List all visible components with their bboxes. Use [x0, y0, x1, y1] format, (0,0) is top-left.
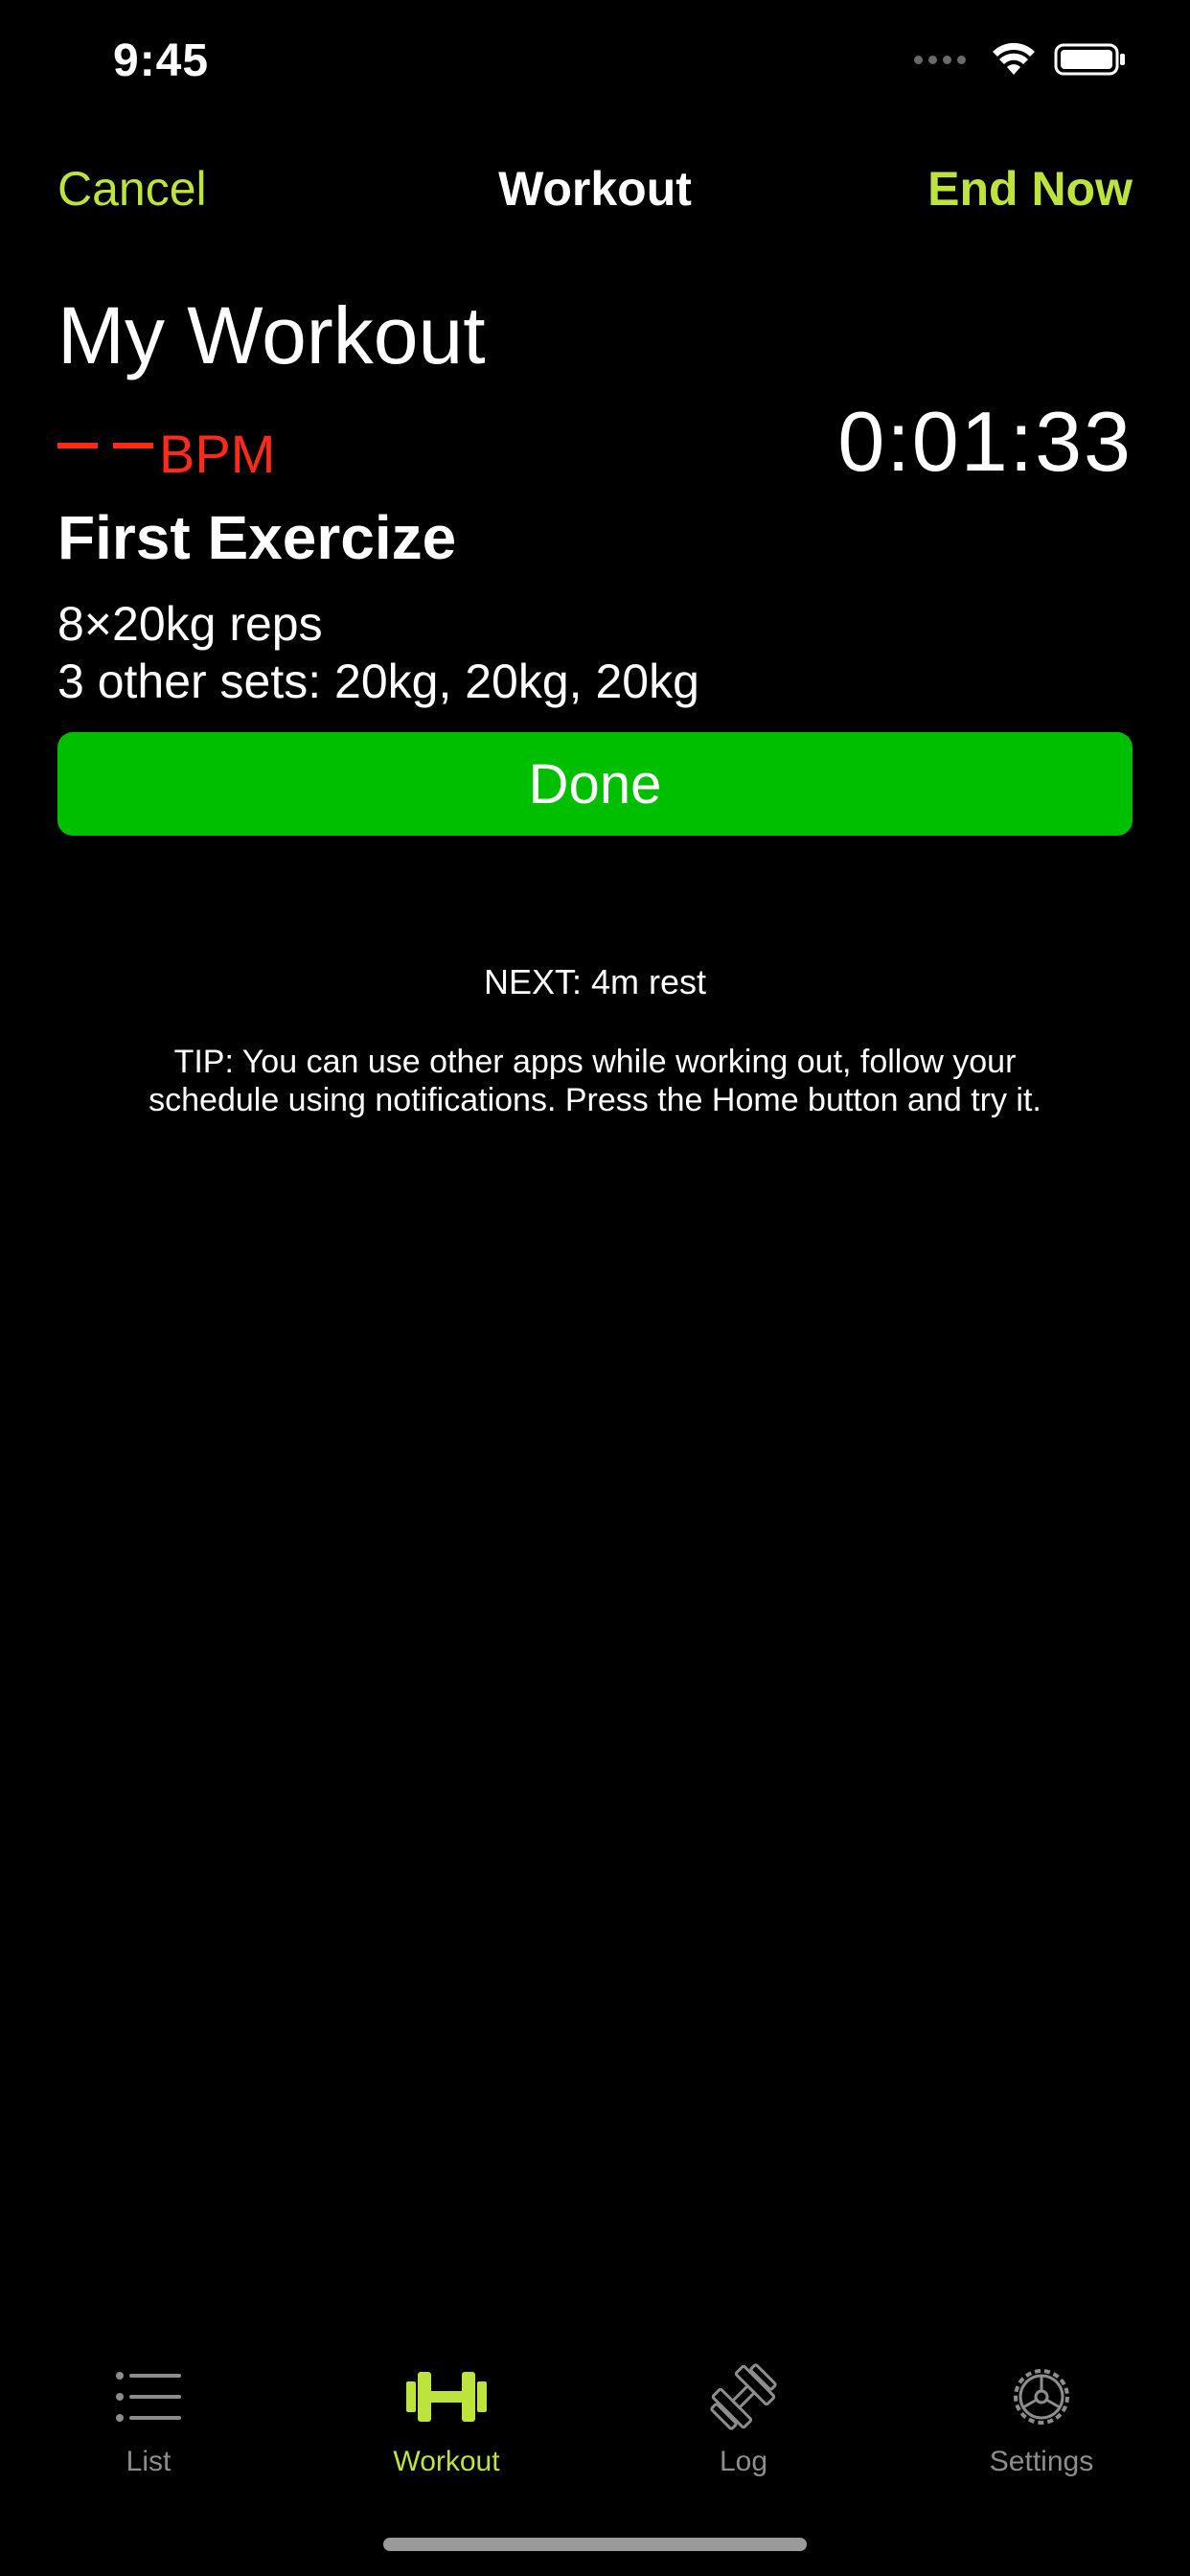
- tab-log-label: Log: [719, 2446, 768, 2477]
- wifi-icon: [993, 42, 1035, 75]
- home-indicator[interactable]: [383, 2538, 807, 2551]
- navigation-bar: Cancel Workout End Now: [0, 144, 1190, 236]
- current-set-reps: 8×20kg reps: [57, 597, 323, 651]
- workout-name: My Workout: [57, 290, 486, 380]
- tab-workout[interactable]: Workout: [298, 2319, 595, 2482]
- heart-rate-display: BPM: [57, 420, 275, 481]
- end-now-button[interactable]: End Now: [927, 161, 1133, 217]
- tab-settings-label: Settings: [989, 2446, 1094, 2477]
- tab-settings[interactable]: Settings: [893, 2319, 1190, 2482]
- tab-list-label: List: [126, 2446, 172, 2477]
- tab-list[interactable]: List: [0, 2319, 297, 2482]
- status-bar: 9:45: [0, 0, 1190, 126]
- done-button[interactable]: Done: [57, 732, 1133, 836]
- heart-rate-placeholder: [57, 443, 153, 448]
- other-sets-summary: 3 other sets: 20kg, 20kg, 20kg: [57, 655, 699, 708]
- tip-text: TIP: You can use other apps while workin…: [149, 1044, 1041, 1118]
- tab-workout-label: Workout: [393, 2446, 500, 2477]
- next-step-label: NEXT: 4m rest: [483, 962, 707, 1001]
- tab-log[interactable]: Log: [595, 2319, 892, 2482]
- battery-icon: [1054, 43, 1125, 76]
- list-icon: [114, 2356, 183, 2438]
- bpm-label: BPM: [159, 424, 276, 484]
- tab-bar: List Workout Log Settings: [0, 2319, 1190, 2511]
- status-time: 9:45: [113, 35, 210, 86]
- status-indicators: [914, 42, 1127, 77]
- elapsed-timer: 0:01:33: [837, 394, 1133, 489]
- exercise-name: First Exercize: [57, 503, 457, 572]
- gear-icon: [1006, 2356, 1077, 2438]
- dumbbell-icon: [406, 2356, 487, 2438]
- cellular-signal-icon: [914, 55, 966, 64]
- log-icon: [708, 2356, 779, 2438]
